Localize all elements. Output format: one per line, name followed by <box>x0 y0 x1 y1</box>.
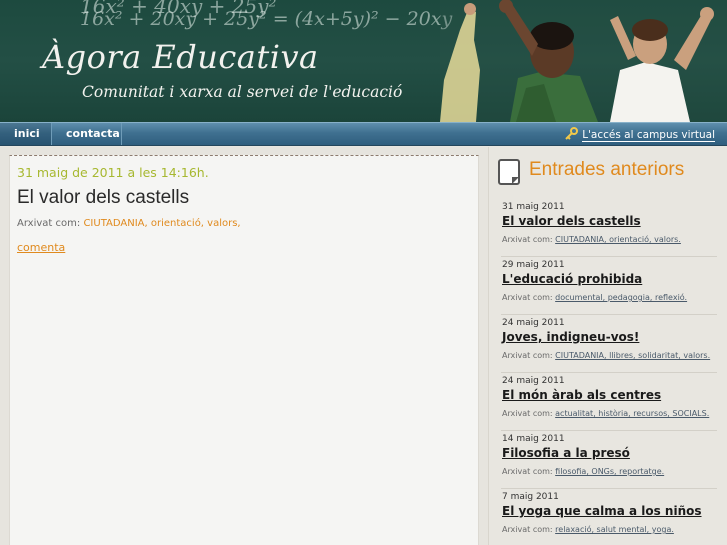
nav-inici[interactable]: inici <box>0 123 52 145</box>
post-tags[interactable]: CIUTADANIA, orientació, valors, <box>83 218 240 229</box>
entry-link[interactable]: El valor dels castells <box>502 214 641 228</box>
entry-tags-prefix: Arxivat com: <box>502 351 553 360</box>
post-archived: Arxivat com: CIUTADANIA, orientació, val… <box>17 218 241 229</box>
entry-tags-prefix: Arxivat com: <box>502 467 553 476</box>
entry-tag-links[interactable]: actualitat, història, recursos, SOCIALS. <box>555 409 709 418</box>
entry-tag-links[interactable]: filosofia, ONGs, reportatge. <box>555 467 664 476</box>
entry-tags: Arxivat com: documental, pedagogia, refl… <box>502 293 687 302</box>
entry-tags-prefix: Arxivat com: <box>502 525 553 534</box>
site-header: 16x² + 40xy + 25y² 16x² + 20xy + 25y² = … <box>0 0 727 122</box>
entry-tags: Arxivat com: filosofia, ONGs, reportatge… <box>502 467 664 476</box>
list-item: 24 maig 2011 El món àrab als centres Arx… <box>501 373 717 431</box>
campus-virtual-label: L'accés al campus virtual <box>582 129 715 142</box>
entry-tags: Arxivat com: actualitat, història, recur… <box>502 409 709 418</box>
entry-link[interactable]: Joves, indigneu-vos! <box>502 330 639 344</box>
entry-tags-prefix: Arxivat com: <box>502 235 553 244</box>
entry-tag-links[interactable]: documental, pedagogia, reflexió. <box>555 293 687 302</box>
students-raising-hands-image <box>440 0 727 122</box>
entry-tags: Arxivat com: relaxació, salut mental, yo… <box>502 525 674 534</box>
list-item: 14 maig 2011 Filosofia a la presó Arxiva… <box>501 431 717 489</box>
list-item: 29 maig 2011 L'educació prohibida Arxiva… <box>501 257 717 315</box>
comment-link[interactable]: comenta <box>17 241 65 254</box>
post-date: 31 maig de 2011 a les 14:16h. <box>17 165 209 180</box>
entry-link[interactable]: El yoga que calma a los niños <box>502 504 702 518</box>
content-area: 31 maig de 2011 a les 14:16h. El valor d… <box>0 147 488 545</box>
entry-date: 29 maig 2011 <box>502 260 565 270</box>
entry-date: 7 maig 2011 <box>502 492 559 502</box>
chalkboard-equation: 16x² + 20xy + 25y² = (4x+5y)² − 20xy <box>80 8 453 30</box>
entry-tags-prefix: Arxivat com: <box>502 293 553 302</box>
main-navbar: inici contacta L'accés al campus virtual <box>0 122 727 146</box>
post-box: 31 maig de 2011 a les 14:16h. El valor d… <box>9 155 479 545</box>
entry-date: 24 maig 2011 <box>502 318 565 328</box>
entry-link[interactable]: El món àrab als centres <box>502 388 661 402</box>
campus-virtual-link[interactable]: L'accés al campus virtual <box>565 127 715 143</box>
entry-tag-links[interactable]: CIUTADANIA, llibres, solidaritat, valors… <box>555 351 710 360</box>
entry-tags: Arxivat com: CIUTADANIA, llibres, solida… <box>502 351 710 360</box>
list-item: 7 maig 2011 El yoga que calma a los niño… <box>501 489 717 545</box>
entry-tags: Arxivat com: CIUTADANIA, orientació, val… <box>502 235 681 244</box>
entry-link[interactable]: Filosofia a la presó <box>502 446 630 460</box>
entry-date: 14 maig 2011 <box>502 434 565 444</box>
entry-link[interactable]: L'educació prohibida <box>502 272 642 286</box>
previous-entries-list: 31 maig 2011 El valor dels castells Arxi… <box>501 199 717 545</box>
entry-tag-links[interactable]: relaxació, salut mental, yoga. <box>555 525 674 534</box>
key-icon <box>565 127 579 143</box>
list-item: 24 maig 2011 Joves, indigneu-vos! Arxiva… <box>501 315 717 373</box>
site-title[interactable]: Àgora Educativa <box>42 38 319 76</box>
post-title[interactable]: El valor dels castells <box>17 187 189 209</box>
entry-tag-links[interactable]: CIUTADANIA, orientació, valors. <box>555 235 681 244</box>
entry-tags-prefix: Arxivat com: <box>502 409 553 418</box>
archived-prefix: Arxivat com: <box>17 218 81 229</box>
entry-date: 24 maig 2011 <box>502 376 565 386</box>
sidebar-title: Entrades anteriors <box>529 159 685 180</box>
document-icon <box>498 159 520 185</box>
entry-date: 31 maig 2011 <box>502 202 565 212</box>
sidebar: Entrades anteriors 31 maig 2011 El valor… <box>488 147 727 545</box>
site-subtitle: Comunitat i xarxa al servei de l'educaci… <box>82 83 403 101</box>
nav-contacta[interactable]: contacta <box>52 123 122 145</box>
list-item: 31 maig 2011 El valor dels castells Arxi… <box>501 199 717 257</box>
